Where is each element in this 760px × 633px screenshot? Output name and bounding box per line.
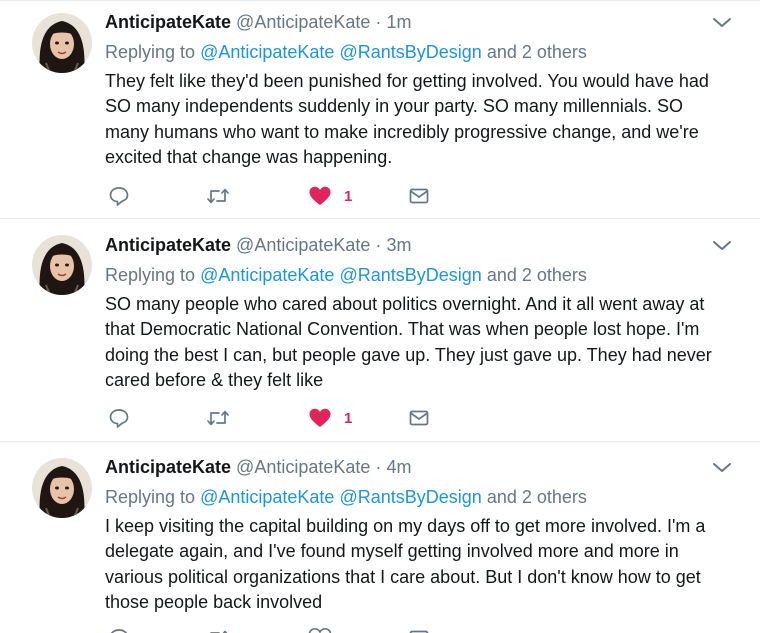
tweet-header: AnticipateKate @AnticipateKate · 1m [105,11,411,33]
avatar[interactable] [32,13,92,73]
tweet[interactable]: AnticipateKate @AnticipateKate · 3m Repl… [0,220,760,442]
heart-icon [308,627,332,633]
like-count: 1 [344,409,353,427]
like-button[interactable] [308,627,344,633]
reply-icon [109,409,129,428]
reply-mention[interactable]: @RantsByDesign [339,487,481,507]
replying-to-label: Replying to [105,42,196,62]
tweet-text-line: doing the best I can, but people gave up… [105,344,712,365]
tweet-text: They felt like they'd been punished for … [105,69,745,170]
reply-mention[interactable]: @AnticipateKate [200,265,334,285]
tweet-text-line: that Democratic National Convention. Tha… [105,319,700,340]
like-button[interactable]: 1 [308,185,352,207]
envelope-icon [409,410,429,426]
chevron-down-icon[interactable] [711,239,733,253]
reply-icon [109,187,129,206]
tweet[interactable]: AnticipateKate @AnticipateKate · 1m Repl… [0,0,760,219]
retweet-icon [207,410,229,426]
tweet-text: SO many people who cared about politics … [105,292,745,393]
replying-to: Replying to @AnticipateKate @RantsByDesi… [105,41,587,63]
tweet-header: AnticipateKate @AnticipateKate · 3m [105,234,411,256]
direct-message-button[interactable] [408,627,430,633]
retweet-icon [207,188,229,204]
tweet-text-line: cared before & they felt like [105,369,324,390]
tweet-text-line: those people back involved [105,591,323,612]
replying-to: Replying to @AnticipateKate @RantsByDesi… [105,264,587,286]
chevron-down-icon[interactable] [711,16,733,30]
reply-icon [110,629,128,633]
reply-button[interactable] [108,627,130,633]
reply-mention[interactable]: @RantsByDesign [339,42,481,62]
tweet-text-line: delegate again, and I've found myself ge… [105,541,679,562]
chevron-down-icon[interactable] [711,461,733,475]
envelope-icon [409,188,429,204]
reply-button[interactable] [108,407,130,429]
reply-others[interactable]: and 2 others [487,265,587,285]
separator-dot: · [375,457,382,477]
separator-dot: · [375,235,382,255]
user-handle[interactable]: @AnticipateKate [236,457,370,477]
reply-mention[interactable]: @AnticipateKate [200,487,334,507]
heart-icon [309,186,331,205]
tweet-text-line: SO many independents suddenly in your pa… [105,96,683,117]
tweet-text-line: excited that change was happening. [105,146,393,167]
reply-mention[interactable]: @AnticipateKate [200,42,334,62]
envelope-icon [409,630,429,633]
avatar[interactable] [32,235,92,295]
display-name[interactable]: AnticipateKate [105,457,231,477]
tweet-actions: 1 [105,185,455,207]
tweet-text-line: many humans who want to make incredibly … [105,121,699,142]
retweet-button[interactable] [205,185,231,207]
retweet-button[interactable] [205,407,231,429]
reply-mention[interactable]: @RantsByDesign [339,265,481,285]
direct-message-button[interactable] [408,407,430,429]
tweet-header: AnticipateKate @AnticipateKate · 4m [105,456,411,478]
tweet-actions [105,627,455,633]
tweet-text-line: various political organizations that I c… [105,566,701,587]
direct-message-button[interactable] [408,185,430,207]
tweet[interactable]: AnticipateKate @AnticipateKate · 4m Repl… [0,443,760,633]
retweet-icon [210,630,228,633]
reply-button[interactable] [108,185,130,207]
tweet-text: I keep visiting the capital building on … [105,514,745,615]
separator-dot: · [375,12,382,32]
tweet-text-line: I keep visiting the capital building on … [105,516,706,536]
display-name[interactable]: AnticipateKate [105,235,231,255]
timestamp[interactable]: 4m [386,457,411,477]
user-handle[interactable]: @AnticipateKate [236,12,370,32]
retweet-button[interactable] [205,627,231,633]
display-name[interactable]: AnticipateKate [105,12,231,32]
tweet-text-line: SO many people who cared about politics … [105,294,705,314]
like-button[interactable]: 1 [308,407,352,429]
timestamp[interactable]: 1m [386,12,411,32]
reply-others[interactable]: and 2 others [487,487,587,507]
tweet-actions: 1 [105,407,455,429]
replying-to-label: Replying to [105,265,196,285]
tweet-text-line: They felt like they'd been punished for … [105,71,709,91]
replying-to: Replying to @AnticipateKate @RantsByDesi… [105,486,587,508]
like-count: 1 [344,187,353,205]
reply-others[interactable]: and 2 others [487,42,587,62]
user-handle[interactable]: @AnticipateKate [236,235,370,255]
avatar[interactable] [32,458,92,518]
heart-icon [309,408,331,427]
timestamp[interactable]: 3m [386,235,411,255]
replying-to-label: Replying to [105,487,196,507]
